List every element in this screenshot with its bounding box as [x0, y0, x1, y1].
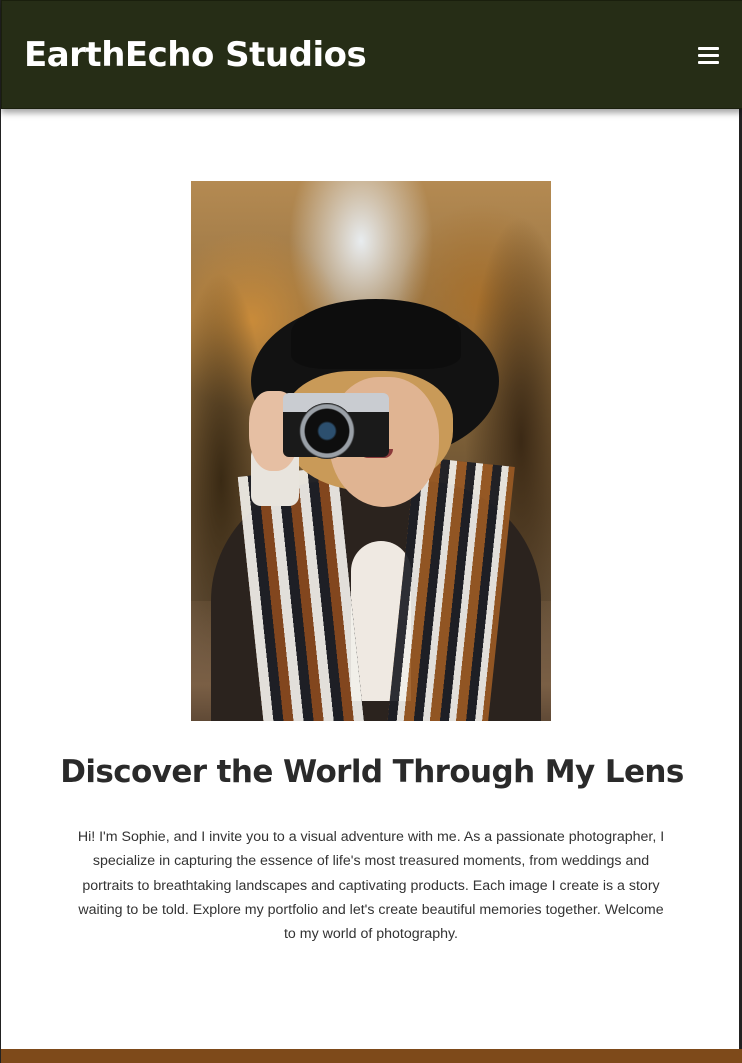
hero-intro-text: Hi! I'm Sophie, and I invite you to a vi… [77, 829, 665, 943]
photo-camera-lens [299, 403, 355, 459]
hamburger-menu-icon[interactable] [698, 45, 720, 65]
brand-logo-link[interactable]: EarthEcho Studios [24, 35, 367, 75]
menu-bar-line [698, 61, 719, 64]
photo-hat-crown [291, 299, 461, 369]
site-header: EarthEcho Studios [1, 0, 742, 109]
hero-photo [191, 181, 551, 721]
hero-heading: Discover the World Through My Lens [60, 754, 684, 790]
menu-bar-line [698, 47, 719, 50]
page-frame: EarthEcho Studios Discover the World Thr… [0, 0, 742, 1063]
footer-strip [1, 1049, 742, 1063]
menu-bar-line [698, 54, 719, 57]
